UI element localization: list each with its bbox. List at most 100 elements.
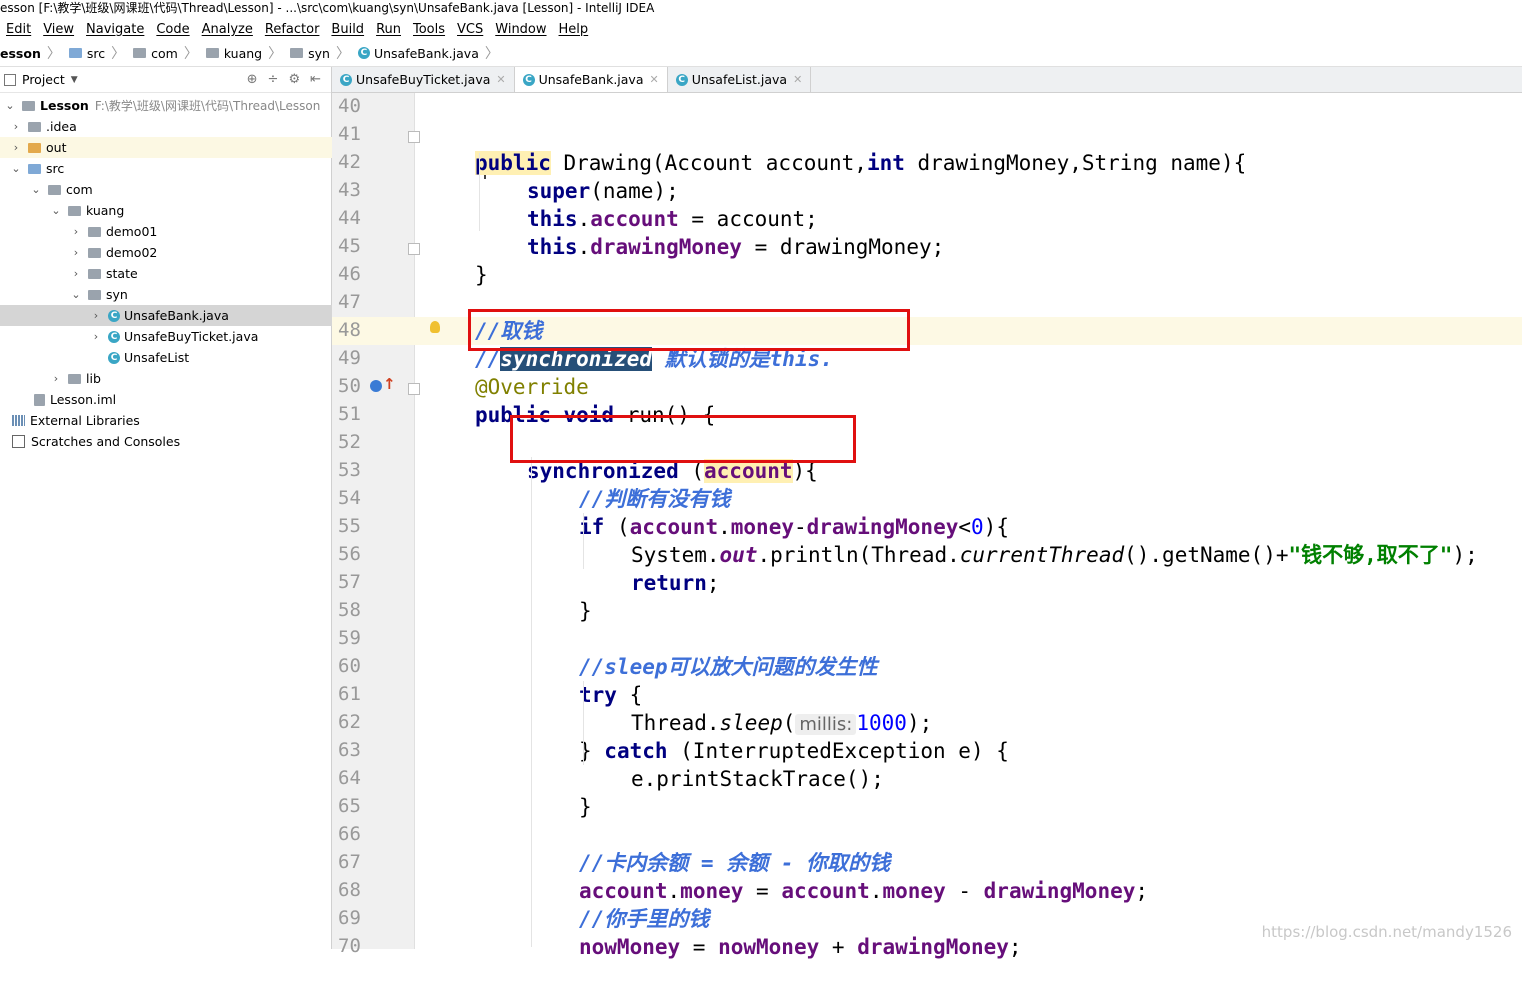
code-line-64: } bbox=[579, 795, 592, 819]
package-icon bbox=[88, 247, 101, 258]
tree-item-external-libraries[interactable]: External Libraries bbox=[0, 410, 343, 431]
code-line-45: } bbox=[475, 263, 488, 287]
chevron-down-icon[interactable]: ▼ bbox=[71, 75, 78, 85]
class-icon: C bbox=[108, 309, 120, 322]
menu-code[interactable]: Code bbox=[156, 22, 189, 37]
chevron-right-icon[interactable]: › bbox=[70, 246, 82, 259]
chevron-down-icon[interactable]: ⌄ bbox=[50, 204, 62, 217]
package-icon bbox=[205, 48, 219, 58]
package-icon bbox=[290, 48, 304, 58]
code-line-59: //sleep可以放大问题的发生性 bbox=[579, 655, 878, 679]
class-icon: C bbox=[675, 73, 688, 86]
tree-item-scratches[interactable]: Scratches and Consoles bbox=[0, 431, 343, 452]
package-icon bbox=[88, 226, 101, 237]
scratches-icon bbox=[12, 435, 25, 448]
menu-navigate[interactable]: Navigate bbox=[86, 22, 144, 37]
chevron-right-icon[interactable]: › bbox=[70, 267, 82, 280]
menu-view[interactable]: View bbox=[43, 22, 74, 37]
tree-item-lesson-iml[interactable]: Lesson.iml bbox=[0, 389, 365, 410]
chevron-right-icon[interactable]: › bbox=[70, 225, 82, 238]
menu-run[interactable]: Run bbox=[376, 22, 401, 37]
package-icon bbox=[68, 205, 81, 216]
tree-item-lesson[interactable]: ⌄ Lesson F:\教学\班级\网课班\代码\Thread\Lesson bbox=[0, 95, 335, 116]
project-view-icon bbox=[4, 73, 16, 86]
close-icon[interactable]: ✕ bbox=[496, 73, 505, 86]
code-line-67: account.money = account.money - drawingM… bbox=[579, 879, 1149, 903]
folder-icon bbox=[68, 373, 81, 384]
chevron-down-icon[interactable]: ⌄ bbox=[70, 288, 82, 301]
tree-item-out[interactable]: › out bbox=[0, 137, 341, 158]
code-line-44: this.drawingMoney = drawingMoney; bbox=[527, 235, 945, 259]
locate-icon[interactable]: ⊕ bbox=[247, 72, 258, 87]
code-line-50: public void run() { bbox=[475, 403, 716, 427]
close-icon[interactable]: ✕ bbox=[650, 73, 659, 86]
chevron-right-icon[interactable]: › bbox=[50, 372, 62, 385]
package-icon bbox=[88, 289, 101, 300]
chevron-down-icon[interactable]: ⌄ bbox=[4, 99, 16, 112]
chevron-right-icon[interactable]: › bbox=[90, 309, 102, 322]
line-number: 40 bbox=[338, 95, 361, 117]
close-icon[interactable]: ✕ bbox=[793, 73, 802, 86]
breadcrumb: esson 〉 src 〉 com 〉 kuang 〉 syn 〉 C UnsafeBank… bbox=[0, 40, 1522, 67]
breadcrumb-item-kuang[interactable]: kuang 〉 bbox=[205, 43, 286, 63]
breadcrumb-item-src[interactable]: src 〉 bbox=[68, 43, 129, 63]
indent-guide bbox=[583, 513, 584, 569]
annotation-box-synchronized bbox=[510, 415, 856, 463]
package-icon bbox=[88, 268, 101, 279]
tab-unsafebank[interactable]: C UnsafeBank.java ✕ bbox=[514, 67, 668, 92]
menu-bar: Edit View Navigate Code Analyze Refactor… bbox=[0, 18, 1522, 40]
code-line-43: this.account = account; bbox=[527, 207, 818, 231]
tree-item-idea[interactable]: › .idea bbox=[0, 116, 341, 137]
tree-item-kuang[interactable]: ⌄ kuang bbox=[0, 200, 381, 221]
menu-help[interactable]: Help bbox=[559, 22, 589, 37]
project-view-selector[interactable]: Project bbox=[22, 72, 65, 87]
menu-window[interactable]: Window bbox=[495, 22, 546, 37]
code-line-54: if (account.money-drawingMoney<0){ bbox=[579, 515, 1009, 539]
tab-unsafelist[interactable]: C UnsafeList.java ✕ bbox=[668, 67, 812, 92]
breadcrumb-item-lesson[interactable]: esson 〉 bbox=[0, 43, 65, 63]
code-line-55: System.out.println(Thread.currentThread(… bbox=[631, 543, 1478, 567]
chevron-right-icon[interactable]: › bbox=[10, 141, 22, 154]
tree-item-com[interactable]: ⌄ com bbox=[0, 179, 361, 200]
hide-icon[interactable]: ⇤ bbox=[310, 72, 321, 87]
class-icon: C bbox=[108, 330, 120, 343]
collapse-icon[interactable]: ÷ bbox=[268, 72, 279, 87]
code-line-42: super(name); bbox=[527, 179, 679, 203]
class-icon: C bbox=[357, 47, 370, 59]
code-line-61: Thread.sleep(millis: 1000); bbox=[631, 711, 933, 735]
project-panel: Project ▼ ⊕ ÷ ⚙ ⇤ ⌄ Lesson F:\教学\班级\网课班\代码… bbox=[0, 67, 421, 949]
code-line-66: //卡内余额 = 余额 - 你取的钱 bbox=[579, 851, 891, 875]
chevron-down-icon[interactable]: ⌄ bbox=[10, 162, 22, 175]
chevron-right-icon[interactable]: › bbox=[10, 120, 22, 133]
folder-icon bbox=[68, 48, 82, 58]
chevron-down-icon[interactable]: ⌄ bbox=[30, 183, 42, 196]
module-icon bbox=[22, 100, 35, 111]
indent-guide bbox=[583, 681, 584, 765]
window-title: esson [F:\教学\班级\网课班\代码\Thread\Lesson] - … bbox=[0, 0, 1522, 18]
editor-tabs: C UnsafeBuyTicket.java ✕ C UnsafeBank.java ✕… bbox=[332, 67, 1522, 93]
class-icon: C bbox=[340, 73, 352, 86]
menu-build[interactable]: Build bbox=[331, 22, 364, 37]
menu-analyze[interactable]: Analyze bbox=[202, 22, 253, 37]
breadcrumb-item-com[interactable]: com 〉 bbox=[133, 43, 202, 63]
tab-unsafebuyticket[interactable]: C UnsafeBuyTicket.java ✕ bbox=[332, 67, 515, 92]
folder-icon bbox=[28, 142, 41, 153]
chevron-right-icon[interactable]: › bbox=[90, 330, 102, 343]
menu-tools[interactable]: Tools bbox=[413, 22, 445, 37]
folder-icon bbox=[28, 163, 41, 174]
menu-refactor[interactable]: Refactor bbox=[265, 22, 320, 37]
gear-icon[interactable]: ⚙ bbox=[288, 72, 300, 87]
class-icon: C bbox=[522, 73, 535, 86]
project-header: Project ▼ ⊕ ÷ ⚙ ⇤ bbox=[0, 67, 331, 93]
menu-edit[interactable]: Edit bbox=[6, 22, 31, 37]
menu-vcs[interactable]: VCS bbox=[457, 22, 483, 37]
tree-item-lib[interactable]: › lib bbox=[0, 368, 381, 389]
tree-item-src[interactable]: ⌄ src bbox=[0, 158, 341, 179]
code-editor[interactable]: 40 41 42 43 44 45 46 47 48 49 50 51 52 53 54 55 56 57 58 59… bbox=[332, 93, 1522, 959]
code-line-57: } bbox=[579, 599, 592, 623]
breadcrumb-item-syn[interactable]: syn 〉 bbox=[290, 43, 354, 63]
annotation-box-comment bbox=[468, 309, 910, 351]
code-line-62: } catch (InterruptedException e) { bbox=[579, 739, 1009, 763]
breadcrumb-item-file[interactable]: C UnsafeBank.java 〉 bbox=[357, 43, 503, 63]
code-line-41: public Drawing(Account account,int drawi… bbox=[475, 151, 1247, 175]
